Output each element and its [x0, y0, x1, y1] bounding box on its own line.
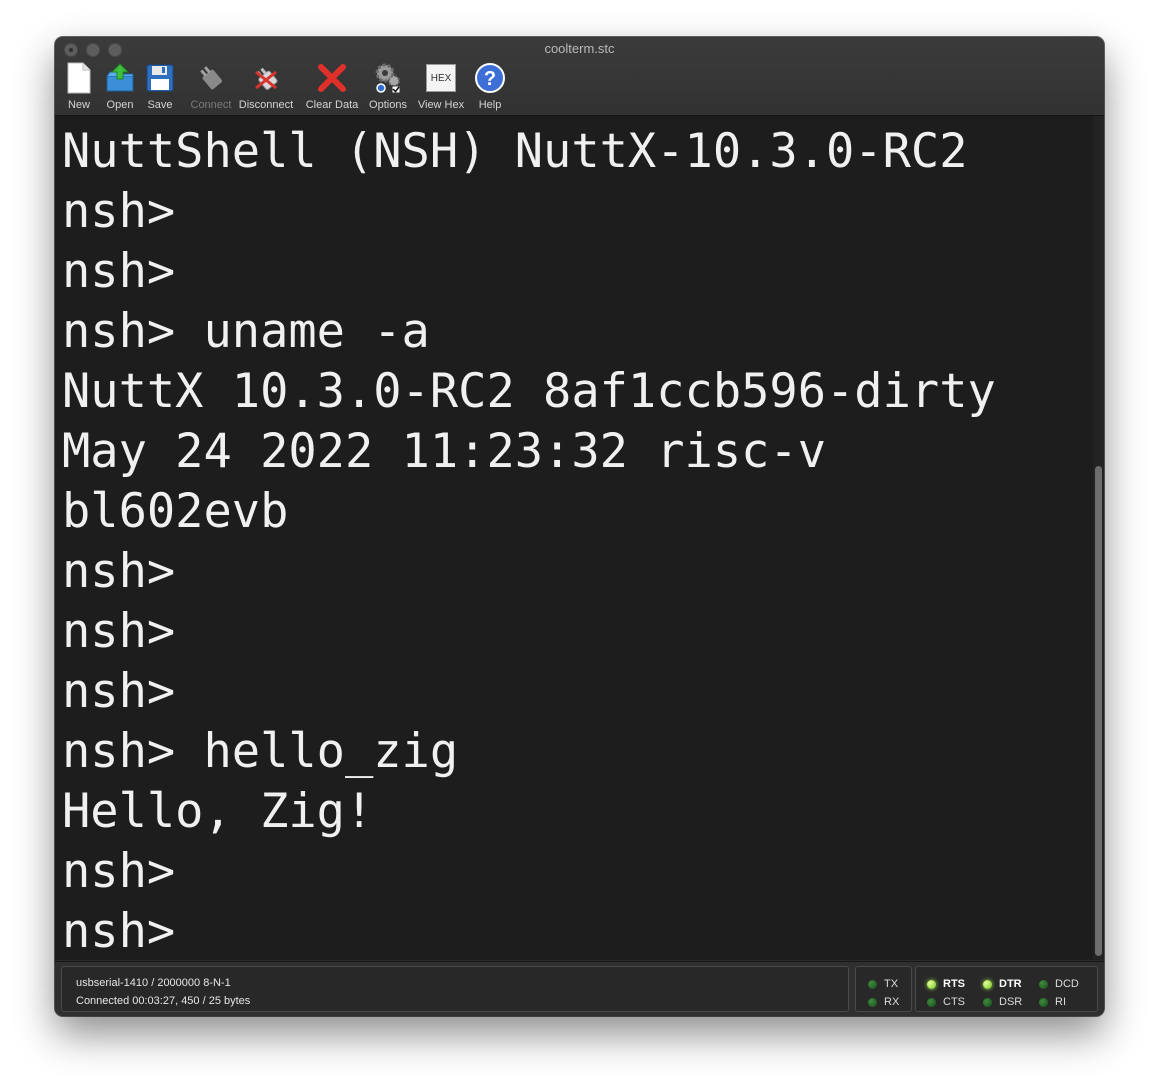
dcd-label: DCD — [1055, 978, 1079, 990]
dtr-led-icon — [983, 979, 992, 989]
ri-indicator: RI — [1039, 996, 1066, 1008]
hex-icon: HEX — [425, 61, 457, 95]
help-question-icon: ? — [474, 61, 506, 95]
new-button-label: New — [67, 99, 90, 111]
line-state-panel: RTS CTS DTR DSR DCD RI — [915, 966, 1098, 1012]
connect-button[interactable]: Connect — [186, 61, 236, 113]
ri-led-icon — [1039, 997, 1048, 1007]
rts-led-icon — [927, 979, 936, 989]
port-info: usbserial-1410 / 2000000 8-N-1 — [76, 977, 231, 989]
dcd-led-icon — [1039, 979, 1048, 989]
tx-label: TX — [884, 978, 899, 990]
hex-icon-text: HEX — [426, 64, 456, 92]
svg-text:?: ? — [484, 68, 496, 90]
open-folder-icon — [104, 61, 136, 95]
terminal-line: bl602evb — [62, 484, 289, 539]
terminal-line: NuttX 10.3.0-RC2 8af1ccb596-dirty — [62, 364, 996, 419]
dsr-label: DSR — [999, 996, 1023, 1008]
terminal-line: nsh> hello_zig — [62, 724, 459, 779]
dtr-label: DTR — [999, 978, 1022, 990]
terminal-line: nsh> — [62, 604, 176, 659]
connection-info: Connected 00:03:27, 450 / 25 bytes — [76, 995, 251, 1007]
disconnect-button-label: Disconnect — [238, 99, 294, 111]
floppy-disk-icon — [144, 61, 176, 95]
terminal-line: nsh> — [62, 544, 176, 599]
red-x-icon — [316, 61, 348, 95]
options-button[interactable]: Options — [363, 61, 413, 113]
clear-data-button-label: Clear Data — [305, 99, 359, 111]
terminal-line: nsh> — [62, 244, 176, 299]
ri-label: RI — [1055, 996, 1066, 1008]
disconnect-button[interactable]: Disconnect — [238, 61, 294, 113]
connection-status-panel: usbserial-1410 / 2000000 8-N-1 Connected… — [61, 966, 849, 1012]
clear-data-button[interactable]: Clear Data — [305, 61, 359, 113]
plug-connect-icon — [195, 61, 227, 95]
window-title: coolterm.stc — [544, 41, 615, 56]
rx-led-icon — [868, 997, 877, 1007]
title-bar: coolterm.stc New Open Save Connect Disco… — [55, 37, 1104, 116]
tx-indicator: TX — [868, 978, 898, 990]
connect-button-label: Connect — [190, 99, 232, 111]
dsr-indicator: DSR — [983, 996, 1022, 1008]
help-button-label: Help — [478, 99, 502, 111]
tx-led-icon — [868, 979, 877, 989]
dsr-led-icon — [983, 997, 992, 1007]
terminal-line: nsh> — [62, 844, 176, 899]
rx-label: RX — [884, 996, 900, 1008]
terminal-line: NuttShell (NSH) NuttX-10.3.0-RC2 — [62, 124, 968, 179]
terminal-line: nsh> uname -a — [62, 304, 430, 359]
plug-disconnect-icon — [250, 61, 282, 95]
rts-label: RTS — [943, 978, 965, 990]
coolterm-window: coolterm.stc New Open Save Connect Disco… — [55, 37, 1104, 1016]
terminal-line: Hello, Zig! — [62, 784, 374, 839]
cts-label: CTS — [943, 996, 965, 1008]
save-button-label: Save — [147, 99, 173, 111]
rts-indicator[interactable]: RTS — [927, 978, 965, 990]
terminal-scrollbar[interactable] — [1093, 116, 1104, 960]
help-button[interactable]: ? Help — [465, 61, 515, 113]
terminal-line: nsh> — [62, 664, 176, 719]
view-hex-button[interactable]: HEX View Hex — [416, 61, 466, 113]
cts-led-icon — [927, 997, 936, 1007]
rx-indicator: RX — [868, 996, 899, 1008]
tx-rx-panel: TX RX — [855, 966, 912, 1012]
options-button-label: Options — [369, 99, 407, 111]
terminal-line: nsh> — [62, 184, 176, 239]
dcd-indicator: DCD — [1039, 978, 1079, 990]
status-bar: usbserial-1410 / 2000000 8-N-1 Connected… — [55, 961, 1104, 1016]
terminal-line: May 24 2022 11:23:32 risc-v — [62, 424, 827, 479]
terminal-output[interactable]: NuttShell (NSH) NuttX-10.3.0-RC2 nsh> ns… — [55, 116, 1093, 960]
view-hex-button-label: View Hex — [417, 99, 465, 111]
save-button[interactable]: Save — [135, 61, 185, 113]
dtr-indicator[interactable]: DTR — [983, 978, 1022, 990]
gears-icon — [372, 61, 404, 95]
terminal-line: nsh> — [62, 904, 176, 959]
new-document-icon — [63, 61, 95, 95]
cts-indicator: CTS — [927, 996, 965, 1008]
open-button-label: Open — [106, 99, 134, 111]
scrollbar-thumb[interactable] — [1095, 466, 1102, 956]
